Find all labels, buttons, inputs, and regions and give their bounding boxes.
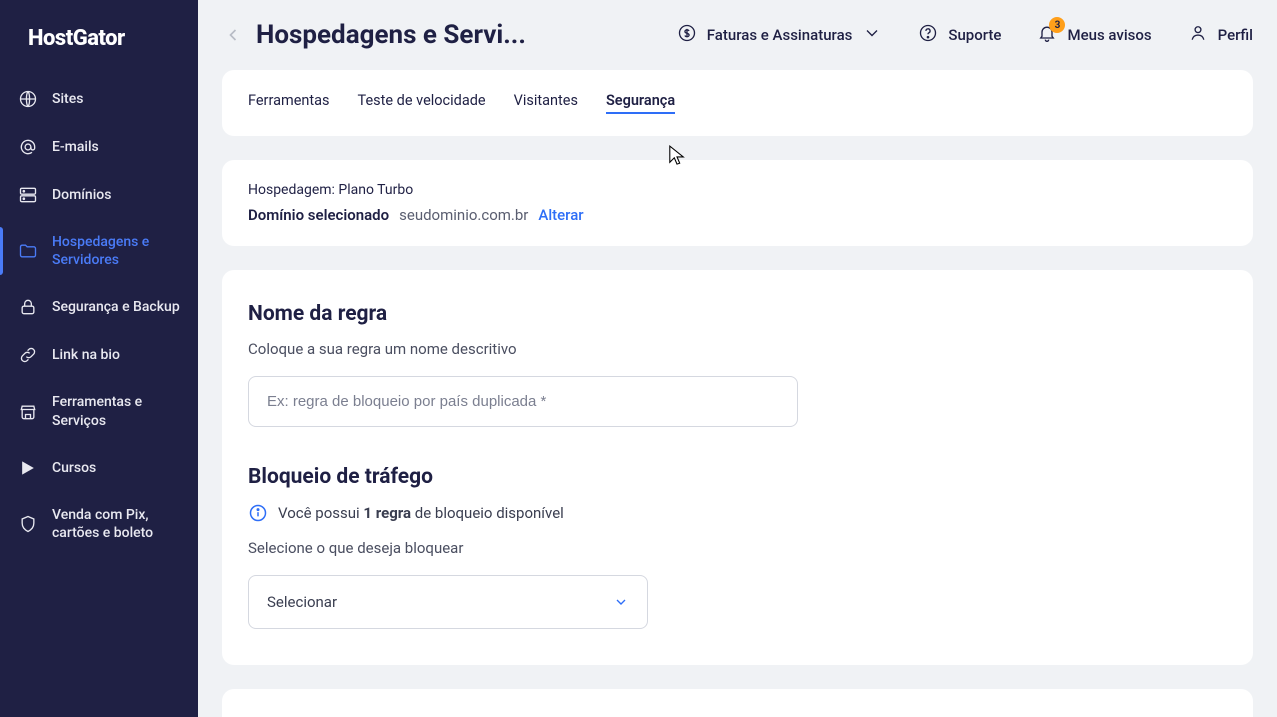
change-domain-link[interactable]: Alterar: [538, 206, 583, 224]
topbar: Hospedagens e Servi... Faturas e Assinat…: [198, 0, 1277, 70]
page-title: Hospedagens e Servi...: [256, 20, 526, 50]
link-icon: [18, 345, 38, 365]
play-icon: [18, 458, 38, 478]
sidebar-item-emails[interactable]: E-mails: [0, 123, 198, 171]
rule-name-input[interactable]: [248, 376, 798, 427]
content: Ferramentas Teste de velocidade Visitant…: [198, 70, 1277, 717]
billing-label: Faturas e Assinaturas: [707, 26, 853, 44]
sidebar-nav: Sites E-mails Domínios Hospedagens e Ser…: [0, 75, 198, 556]
top-links: Faturas e Assinaturas Suporte 3: [677, 23, 1253, 47]
main: Hospedagens e Servi... Faturas e Assinat…: [198, 0, 1277, 717]
sidebar-item-linkbio[interactable]: Link na bio: [0, 331, 198, 379]
dollar-icon: [677, 23, 697, 47]
help-icon: [918, 23, 938, 47]
sidebar-item-courses[interactable]: Cursos: [0, 444, 198, 492]
tabs-card: Ferramentas Teste de velocidade Visitant…: [222, 70, 1253, 136]
sidebar-item-label: E-mails: [52, 138, 180, 156]
sidebar-item-tools[interactable]: Ferramentas e Serviços: [0, 379, 198, 443]
billing-link[interactable]: Faturas e Assinaturas: [677, 23, 883, 47]
hosting-domain-row: Domínio selecionado seudominio.com.br Al…: [248, 206, 1227, 224]
tab-visitors[interactable]: Visitantes: [514, 92, 578, 114]
sidebar-item-hosting[interactable]: Hospedagens e Servidores: [0, 219, 198, 283]
notices-badge: 3: [1049, 17, 1065, 33]
sidebar-item-label: Venda com Pix, cartões e boleto: [52, 506, 180, 542]
notices-link[interactable]: 3 Meus avisos: [1037, 23, 1151, 47]
tab-security[interactable]: Segurança: [606, 92, 675, 114]
sidebar: HostGator Sites E-mails Domínios: [0, 0, 198, 717]
block-info: Você possui 1 regra de bloqueio disponív…: [248, 503, 1227, 523]
block-section: Bloqueio de tráfego Você possui 1 regra …: [248, 465, 1227, 629]
rule-subtitle: Coloque a sua regra um nome descritivo: [248, 340, 1227, 358]
shield-icon: [18, 514, 38, 534]
block-title: Bloqueio de tráfego: [248, 465, 1227, 489]
sidebar-item-sell[interactable]: Venda com Pix, cartões e boleto: [0, 492, 198, 556]
domain-value: seudominio.com.br: [399, 206, 528, 224]
block-select-value: Selecionar: [267, 593, 337, 611]
folder-icon: [18, 241, 38, 261]
profile-link[interactable]: Perfil: [1188, 23, 1253, 47]
hosting-card: Hospedagem: Plano Turbo Domínio selecion…: [222, 160, 1253, 246]
sidebar-item-domains[interactable]: Domínios: [0, 171, 198, 219]
sidebar-item-label: Hospedagens e Servidores: [52, 233, 180, 269]
server-icon: [18, 185, 38, 205]
globe-icon: [18, 89, 38, 109]
tab-speedtest[interactable]: Teste de velocidade: [358, 92, 486, 114]
title-wrap: Hospedagens e Servi...: [222, 20, 526, 50]
block-info-text: Você possui 1 regra de bloqueio disponív…: [278, 504, 564, 522]
sidebar-item-security[interactable]: Segurança e Backup: [0, 283, 198, 331]
user-icon: [1188, 23, 1208, 47]
lock-icon: [18, 297, 38, 317]
brand-logo: HostGator: [0, 20, 198, 75]
chevron-down-icon: [862, 23, 882, 47]
sidebar-item-label: Domínios: [52, 186, 180, 204]
info-icon: [248, 503, 268, 523]
rule-title: Nome da regra: [248, 302, 1227, 326]
tab-tools[interactable]: Ferramentas: [248, 92, 330, 114]
sidebar-item-label: Link na bio: [52, 346, 180, 364]
sidebar-item-label: Sites: [52, 90, 180, 108]
at-icon: [18, 137, 38, 157]
chevron-down-icon: [613, 594, 629, 610]
support-link[interactable]: Suporte: [918, 23, 1001, 47]
profile-label: Perfil: [1218, 26, 1253, 44]
sidebar-item-label: Cursos: [52, 459, 180, 477]
support-label: Suporte: [948, 26, 1001, 44]
hosting-plan: Hospedagem: Plano Turbo: [248, 182, 1227, 198]
back-button[interactable]: [222, 24, 244, 46]
sidebar-item-label: Ferramentas e Serviços: [52, 393, 180, 429]
sidebar-item-sites[interactable]: Sites: [0, 75, 198, 123]
domain-label: Domínio selecionado: [248, 206, 389, 224]
block-select[interactable]: Selecionar: [248, 575, 648, 629]
notices-label: Meus avisos: [1067, 26, 1151, 44]
bell-icon: 3: [1037, 23, 1057, 47]
sidebar-item-label: Segurança e Backup: [52, 298, 180, 316]
next-card: [222, 689, 1253, 717]
block-select-label: Selecione o que deseja bloquear: [248, 539, 1227, 557]
store-icon: [18, 402, 38, 422]
tabs: Ferramentas Teste de velocidade Visitant…: [222, 70, 1253, 136]
form-card: Nome da regra Coloque a sua regra um nom…: [222, 270, 1253, 665]
